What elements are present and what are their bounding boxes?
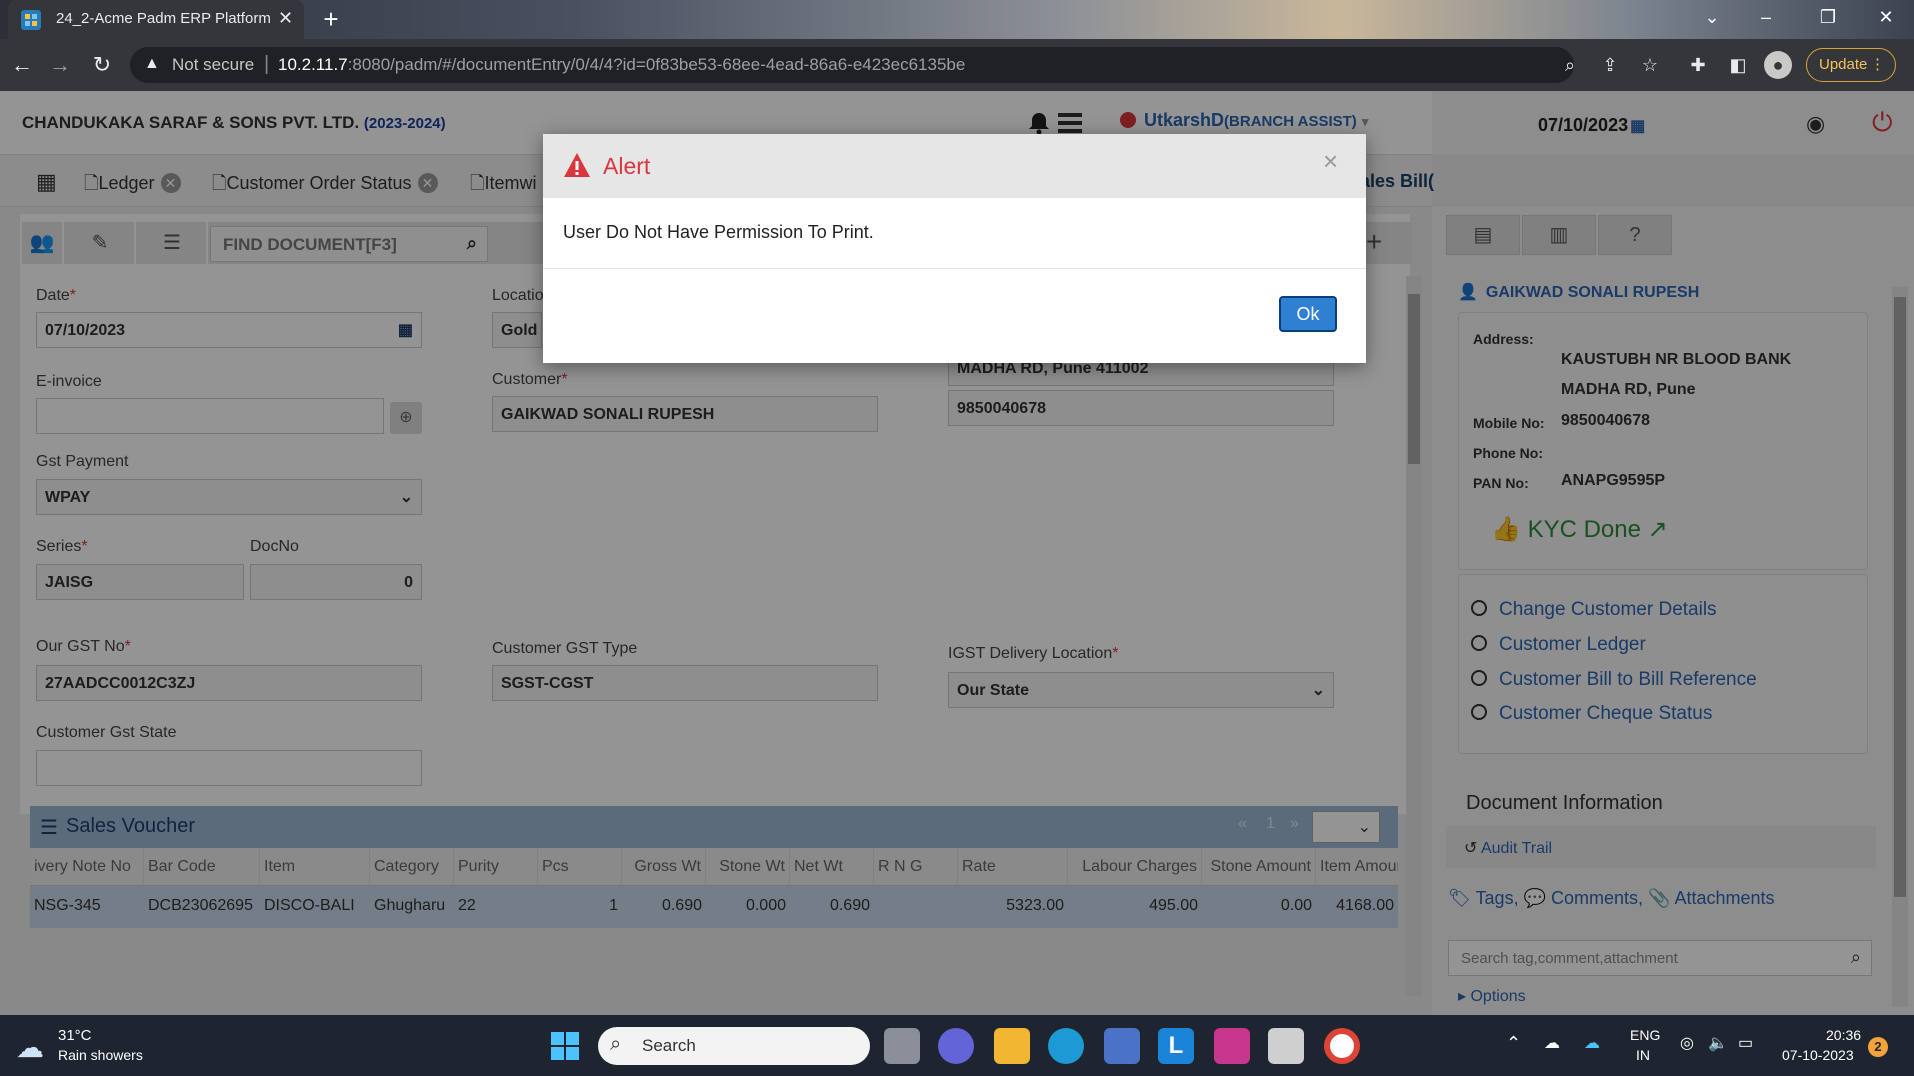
clock-time[interactable]: 20:36	[1826, 1027, 1861, 1043]
globe-icon[interactable]: ◎	[1680, 1033, 1694, 1053]
warning-icon	[564, 153, 590, 177]
volume-icon[interactable]: 🔈	[1708, 1033, 1728, 1053]
battery-icon[interactable]: ▭	[1738, 1033, 1753, 1053]
close-window-icon[interactable]: ✕	[1864, 2, 1908, 32]
windows-start-icon[interactable]	[550, 1031, 580, 1061]
clock-date[interactable]: 07-10-2023	[1782, 1047, 1854, 1063]
browser-toolbar: ← → ↻ ▲ Not secure | 10.2.11.7:8080/padm…	[0, 39, 1914, 91]
weather-desc[interactable]: Rain showers	[58, 1047, 143, 1063]
alert-title: Alert	[603, 153, 651, 179]
browser-tabstrip: 24_2-Acme Padm ERP Platform ✕ + ⌄ – ❐ ✕	[0, 0, 1914, 39]
address-bar[interactable]: ▲ Not secure | 10.2.11.7:8080/padm/#/doc…	[130, 47, 1574, 83]
new-tab-icon[interactable]: +	[316, 4, 346, 34]
weather-temp[interactable]: 31°C	[58, 1027, 92, 1044]
back-icon[interactable]: ←	[6, 49, 38, 81]
l-app-icon[interactable]: L	[1158, 1028, 1194, 1064]
task-view-icon[interactable]	[884, 1028, 920, 1064]
file-explorer-icon[interactable]	[994, 1028, 1030, 1064]
window-app-icon[interactable]	[1268, 1028, 1304, 1064]
taskbar-search[interactable]: ⌕ Search	[598, 1027, 870, 1065]
edge-icon[interactable]	[1048, 1028, 1084, 1064]
alert-header: Alert ×	[543, 134, 1366, 198]
warning-icon: ▲	[144, 55, 160, 72]
search-icon: ⌕	[610, 1033, 622, 1055]
alert-message: User Do Not Have Permission To Print.	[563, 222, 874, 242]
weather-cloud-icon[interactable]: ☁	[16, 1031, 44, 1064]
windows-taskbar: ☁ 31°C Rain showers ⌕ Search L ⌃ ☁ ☁ ENG …	[0, 1015, 1914, 1076]
teams-icon[interactable]	[938, 1028, 974, 1064]
alert-dialog: Alert × User Do Not Have Permission To P…	[543, 134, 1366, 363]
extensions-icon[interactable]: ✚	[1684, 51, 1712, 79]
reload-icon[interactable]: ↻	[86, 49, 118, 81]
not-secure-label: Not secure	[172, 55, 255, 74]
notification-badge[interactable]: 2	[1868, 1037, 1888, 1057]
forward-icon[interactable]: →	[44, 49, 76, 81]
bookmark-star-icon[interactable]: ☆	[1636, 51, 1664, 79]
divider	[543, 268, 1366, 269]
update-button[interactable]: Update ⋮	[1806, 48, 1896, 82]
minimize-icon[interactable]: –	[1744, 2, 1788, 32]
app-favicon-icon	[21, 10, 41, 30]
zoom-icon[interactable]: ⌕	[1556, 51, 1584, 79]
menu-dots-icon: ⋮	[1870, 56, 1885, 73]
ok-button[interactable]: Ok	[1279, 296, 1337, 332]
tray-chevron-icon[interactable]: ⌃	[1506, 1033, 1521, 1054]
lang-eng[interactable]: ENG	[1630, 1027, 1660, 1043]
side-panel-icon[interactable]: ◧	[1724, 51, 1752, 79]
close-icon[interactable]: ×	[1323, 146, 1338, 177]
close-tab-icon[interactable]: ✕	[278, 8, 293, 29]
url-text: 10.2.11.7:8080/padm/#/documentEntry/0/4/…	[278, 55, 966, 74]
store-icon[interactable]	[1104, 1028, 1140, 1064]
lang-in[interactable]: IN	[1636, 1047, 1650, 1063]
browser-tab-title: 24_2-Acme Padm ERP Platform	[56, 10, 271, 27]
share-icon[interactable]: ⇪	[1596, 51, 1624, 79]
network-warning-icon[interactable]: ☁	[1544, 1033, 1560, 1053]
browser-tab[interactable]: 24_2-Acme Padm ERP Platform ✕	[8, 0, 304, 39]
profile-avatar-icon[interactable]: ●	[1764, 51, 1792, 79]
chrome-icon[interactable]	[1324, 1028, 1360, 1064]
onedrive-icon[interactable]: ☁	[1584, 1033, 1600, 1053]
restore-icon[interactable]: ❐	[1806, 2, 1850, 32]
wps-icon[interactable]	[1214, 1028, 1250, 1064]
tab-search-icon[interactable]: ⌄	[1690, 2, 1734, 32]
